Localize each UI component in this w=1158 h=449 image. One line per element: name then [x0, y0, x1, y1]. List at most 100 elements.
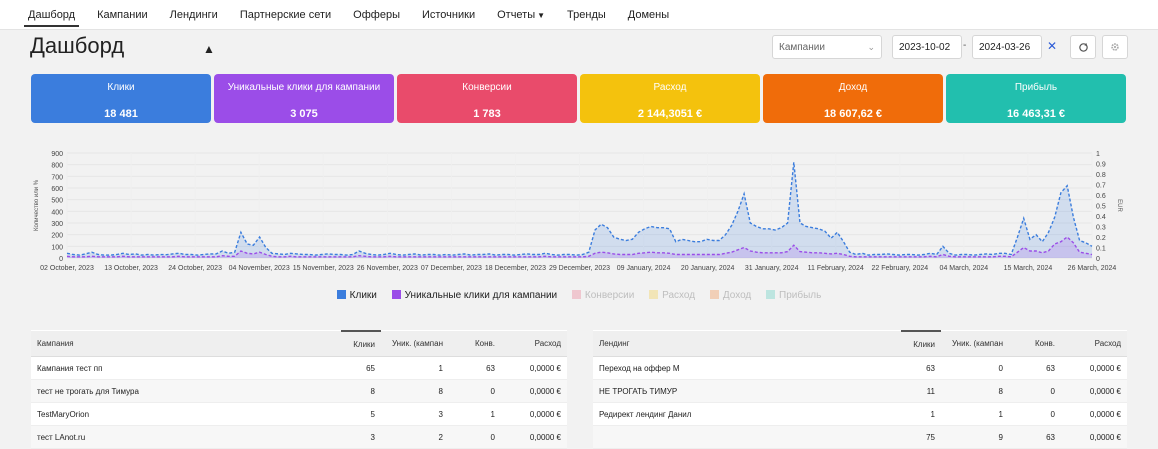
- table-cell: 3: [341, 425, 381, 449]
- table-cell: тест LAnot.ru: [31, 425, 341, 449]
- y-tick-label: 100: [51, 244, 63, 251]
- legend-swatch: [766, 290, 776, 299]
- kpi-value: 18 481: [104, 108, 138, 120]
- legend-item-revenue[interactable]: Доход: [709, 290, 752, 301]
- column-header[interactable]: Конв.: [1009, 331, 1061, 357]
- legend-item-clicks[interactable]: Клики: [336, 290, 377, 301]
- y2-tick-label: 0.4: [1096, 214, 1106, 221]
- column-header[interactable]: Лендинг: [593, 331, 901, 357]
- y2-tick-label: 0.9: [1096, 162, 1106, 169]
- x-tick-label: 26 March, 2024: [1068, 265, 1117, 272]
- legend-item-cost[interactable]: Расход: [649, 290, 695, 301]
- column-header[interactable]: Уник. (кампан: [941, 331, 1009, 357]
- y2-tick-label: 0: [1096, 256, 1100, 263]
- y-tick-label: 300: [51, 221, 63, 228]
- page-title: Дашборд: [30, 33, 125, 58]
- table-cell: 63: [1009, 425, 1061, 449]
- nav-domains[interactable]: Домены: [624, 3, 673, 27]
- kpi-card-unique-clicks: Уникальные клики для кампании 3 075: [214, 74, 394, 123]
- table-cell: 0: [941, 356, 1009, 380]
- y2-tick-label: 0.2: [1096, 235, 1106, 242]
- legend-label: Доход: [722, 290, 752, 301]
- table-cell: Редирект лендинг Данил: [593, 402, 901, 426]
- kpi-card-conversions: Конверсии 1 783: [397, 74, 577, 123]
- date-from-input[interactable]: 2023-10-02: [892, 35, 962, 59]
- table-cell: 1: [381, 356, 449, 380]
- table-cell: TestMaryOrion: [31, 402, 341, 426]
- y-tick-label: 900: [51, 151, 63, 158]
- nav-landings[interactable]: Лендинги: [166, 3, 222, 27]
- settings-button[interactable]: [1102, 35, 1128, 59]
- table-row[interactable]: Редирект лендинг Данил 1 1 0 0,0000 €: [593, 402, 1127, 426]
- table-row[interactable]: Кампания тест пп 65 1 63 0,0000 €: [31, 356, 567, 380]
- table-cell: 8: [941, 379, 1009, 403]
- legend-label: Клики: [349, 290, 377, 301]
- column-header[interactable]: Конв.: [449, 331, 501, 357]
- table-row[interactable]: 75 9 63 0,0000 €: [593, 425, 1127, 449]
- legend-swatch: [391, 290, 401, 299]
- table-cell: 0,0000 €: [1061, 379, 1127, 403]
- y-tick-label: 800: [51, 163, 63, 170]
- kpi-value: 16 463,31 €: [1006, 108, 1066, 120]
- legend-item-profit[interactable]: Прибыль: [766, 290, 821, 301]
- table-cell: 5: [341, 402, 381, 426]
- close-icon[interactable]: ✕: [1047, 39, 1057, 53]
- kpi-label: Доход: [838, 82, 868, 93]
- kpi-label: Клики: [107, 82, 135, 93]
- legend-item-unique-clicks[interactable]: Уникальные клики для кампании: [391, 290, 558, 301]
- y2-tick-label: 1: [1096, 151, 1100, 158]
- nav-offers[interactable]: Офферы: [349, 3, 404, 27]
- refresh-icon: [1078, 42, 1088, 52]
- legend-item-conversions[interactable]: Конверсии: [571, 290, 634, 301]
- kpi-value: 2 144,3051 €: [637, 108, 703, 120]
- column-header[interactable]: Расход: [1061, 331, 1127, 357]
- nav-affiliate-networks[interactable]: Партнерские сети: [236, 3, 335, 27]
- y2-tick-label: 0.6: [1096, 193, 1106, 200]
- nav-sources[interactable]: Источники: [418, 3, 479, 27]
- x-tick-label: 13 October, 2023: [104, 265, 158, 272]
- y-tick-label: 500: [51, 198, 63, 205]
- mouse-cursor-icon: ▲: [203, 42, 215, 56]
- table-row[interactable]: тест LAnot.ru 3 2 0 0,0000 €: [31, 425, 567, 449]
- kpi-label: Прибыль: [1014, 82, 1058, 93]
- nav-campaigns[interactable]: Кампании: [93, 3, 152, 27]
- y2-tick-label: 0.5: [1096, 204, 1106, 211]
- column-header[interactable]: Клики: [901, 330, 941, 357]
- date-separator: -: [963, 40, 967, 51]
- x-tick-label: 07 December, 2023: [421, 265, 482, 272]
- table-row[interactable]: тест не трогать для Тимура 8 8 0 0,0000 …: [31, 379, 567, 403]
- y-axis-title: Количество или %: [34, 179, 40, 231]
- column-header[interactable]: Кампания: [31, 331, 341, 357]
- table-cell: 8: [341, 379, 381, 403]
- kpi-card-cost: Расход 2 144,3051 €: [580, 74, 760, 123]
- table-cell: 8: [381, 379, 449, 403]
- table-row[interactable]: TestMaryOrion 5 3 1 0,0000 €: [31, 402, 567, 426]
- column-header[interactable]: Расход: [501, 331, 567, 357]
- nav-trends[interactable]: Тренды: [563, 3, 610, 27]
- column-header[interactable]: Уник. (кампан: [381, 331, 449, 357]
- legend-label: Уникальные клики для кампании: [404, 290, 558, 301]
- table-cell: [593, 425, 901, 449]
- nav-dashboard[interactable]: Дашборд: [24, 3, 80, 27]
- x-tick-label: 29 December, 2023: [549, 265, 610, 272]
- table-cell: Кампания тест пп: [31, 356, 341, 380]
- table-cell: 63: [901, 356, 941, 380]
- legend-swatch: [709, 290, 719, 299]
- table-cell: 0,0000 €: [1061, 356, 1127, 380]
- legend-swatch: [336, 290, 346, 299]
- landings-table: Лендинг Клики Уник. (кампан Конв. Расход…: [593, 330, 1127, 449]
- refresh-button[interactable]: [1070, 35, 1096, 59]
- y-tick-label: 400: [51, 209, 63, 216]
- column-header[interactable]: Клики: [341, 330, 381, 357]
- table-row[interactable]: НЕ ТРОГАТЬ ТИМУР 11 8 0 0,0000 €: [593, 379, 1127, 403]
- y2-tick-label: 0.3: [1096, 225, 1106, 232]
- date-to-input[interactable]: 2024-03-26: [972, 35, 1042, 59]
- y2-tick-label: 0.8: [1096, 172, 1106, 179]
- campaign-select[interactable]: Кампании ⌄: [772, 35, 882, 59]
- nav-reports[interactable]: Отчеты ▼: [493, 3, 549, 27]
- x-tick-label: 15 November, 2023: [293, 265, 354, 272]
- table-row[interactable]: Переход на оффер М 63 0 63 0,0000 €: [593, 356, 1127, 380]
- x-tick-label: 09 January, 2024: [617, 265, 671, 272]
- table-cell: 1: [901, 402, 941, 426]
- kpi-value: 3 075: [290, 108, 318, 120]
